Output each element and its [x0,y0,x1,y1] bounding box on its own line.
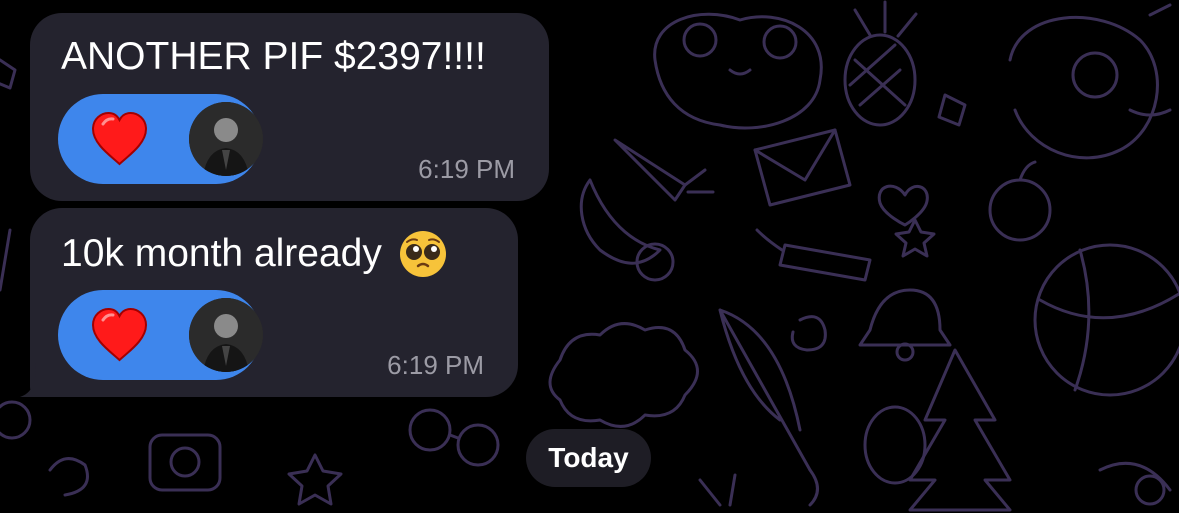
message-text: ANOTHER PIF $2397!!!! [61,35,486,78]
pleading-face-emoji-icon [399,231,446,277]
message-bubble[interactable]: ANOTHER PIF $2397!!!! 6:19 PM [30,13,549,201]
heart-icon [91,308,148,362]
person-photo-icon [189,102,263,176]
message-timestamp: 6:19 PM [387,350,484,380]
avatar[interactable] [189,102,263,176]
message-bubble[interactable]: 10k month already 6:19 PM [30,208,518,397]
message-text: 10k month already [61,232,382,275]
message-timestamp: 6:19 PM [418,154,515,184]
bubble-tail [20,363,58,397]
message-text-row: 10k month already [61,229,448,279]
reaction-pill[interactable] [58,290,263,380]
reaction-pill[interactable] [58,94,263,184]
heart-icon [91,112,148,166]
avatar[interactable] [189,298,263,372]
person-photo-icon [189,298,263,372]
date-separator: Today [526,429,651,487]
